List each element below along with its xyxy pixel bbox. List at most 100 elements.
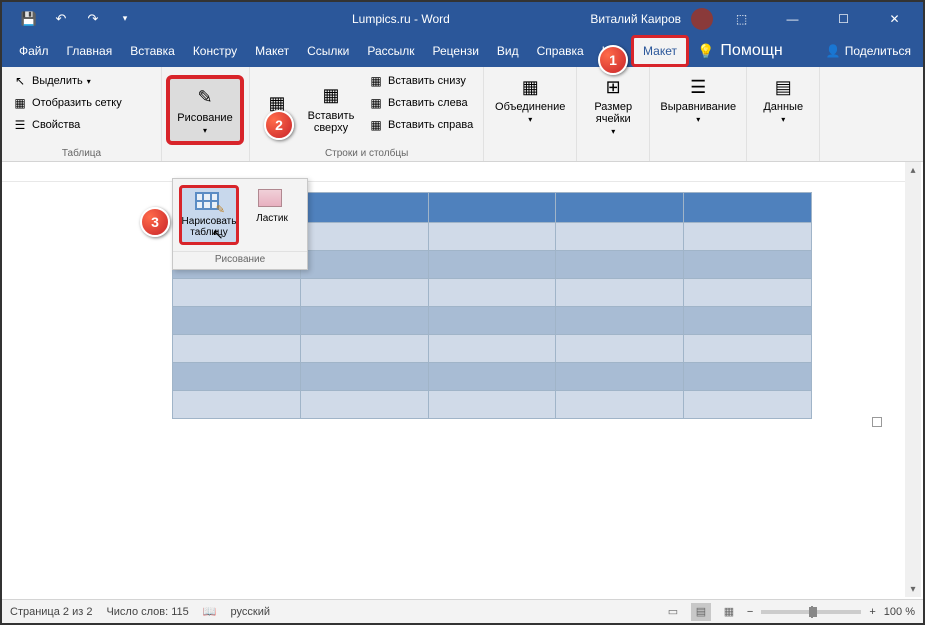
insert-below-button[interactable]: ▦Вставить снизу xyxy=(364,71,477,91)
qat-dropdown-icon[interactable]: ▾ xyxy=(113,7,137,31)
ribbon-group-alignment: ☰ Выравнивание ▾ xyxy=(650,67,747,161)
table-row xyxy=(173,307,812,335)
document-title: Lumpics.ru - Word xyxy=(352,12,450,26)
menu-layout[interactable]: Макет xyxy=(246,38,298,64)
data-icon: ▤ xyxy=(771,75,795,99)
zoom-level[interactable]: 100 % xyxy=(884,606,915,618)
user-name: Виталий Каиров xyxy=(590,12,681,26)
read-mode-icon[interactable]: ▭ xyxy=(663,603,683,621)
drawing-button[interactable]: ✎ Рисование ▾ xyxy=(166,75,244,145)
menu-file[interactable]: Файл xyxy=(10,38,58,64)
status-bar: Страница 2 из 2 Число слов: 115 📖 русски… xyxy=(2,599,923,623)
select-button[interactable]: ↖Выделить▾ xyxy=(8,71,126,91)
ribbon-group-drawing: ✎ Рисование ▾ xyxy=(162,67,250,161)
eraser-icon xyxy=(258,189,286,211)
insert-above-icon: ▦ xyxy=(319,84,343,108)
cell-size-button[interactable]: ⊞ Размер ячейки ▾ xyxy=(583,71,643,140)
ribbon-options-icon[interactable]: ⬚ xyxy=(719,2,764,35)
menu-table-layout[interactable]: Макет xyxy=(631,35,689,67)
insert-right-icon: ▦ xyxy=(368,117,384,133)
vertical-scrollbar[interactable]: ▴ ▾ xyxy=(905,162,921,597)
menu-review[interactable]: Рецензи xyxy=(424,38,488,64)
table-group-label: Таблица xyxy=(8,148,155,159)
language-indicator[interactable]: русский xyxy=(231,606,270,618)
quick-access-toolbar: 💾 ↶ ↷ ▾ xyxy=(2,7,137,31)
show-grid-button[interactable]: ▦Отобразить сетку xyxy=(8,93,126,113)
table-row xyxy=(173,391,812,419)
callout-3: 3 xyxy=(140,207,170,237)
undo-icon[interactable]: ↶ xyxy=(49,7,73,31)
insert-above-button[interactable]: ▦ Вставить сверху xyxy=(302,71,360,146)
eraser-label: Ластик xyxy=(256,213,288,224)
properties-button[interactable]: ☰Свойства xyxy=(8,115,126,135)
cell-size-icon: ⊞ xyxy=(601,75,625,99)
maximize-icon[interactable]: ☐ xyxy=(821,2,866,35)
insert-left-icon: ▦ xyxy=(368,95,384,111)
web-layout-icon[interactable]: ▦ xyxy=(719,603,739,621)
cursor-icon: ↖ xyxy=(12,73,28,89)
page-indicator[interactable]: Страница 2 из 2 xyxy=(10,606,92,618)
close-icon[interactable]: ✕ xyxy=(872,2,917,35)
menu-home[interactable]: Главная xyxy=(58,38,122,64)
menu-insert[interactable]: Вставка xyxy=(121,38,184,64)
draw-table-button[interactable]: Нарисовать таблицу ↖ xyxy=(179,185,239,245)
zoom-out-icon[interactable]: − xyxy=(747,606,753,618)
alignment-button[interactable]: ☰ Выравнивание ▾ xyxy=(656,71,740,128)
callout-2: 2 xyxy=(264,110,294,140)
rows-cols-label: Строки и столбцы xyxy=(256,148,477,159)
menu-help[interactable]: Справка xyxy=(528,38,593,64)
spellcheck-icon[interactable]: 📖 xyxy=(203,605,217,618)
save-icon[interactable]: 💾 xyxy=(17,7,41,31)
insert-below-icon: ▦ xyxy=(368,73,384,89)
ribbon-group-merge: ▦ Объединение ▾ xyxy=(484,67,577,161)
print-layout-icon[interactable]: ▤ xyxy=(691,603,711,621)
properties-icon: ☰ xyxy=(12,117,28,133)
dropdown-group-label: Рисование xyxy=(173,251,307,269)
drawing-icon: ✎ xyxy=(193,86,217,110)
draw-table-icon xyxy=(195,192,223,214)
table-row xyxy=(173,363,812,391)
redo-icon[interactable]: ↷ xyxy=(81,7,105,31)
user-avatar[interactable] xyxy=(691,8,713,30)
data-button[interactable]: ▤ Данные ▾ xyxy=(753,71,813,128)
document-area xyxy=(2,162,905,597)
tell-me-label: Помощн xyxy=(720,42,782,60)
share-button[interactable]: 👤 Поделиться xyxy=(814,38,923,64)
title-bar: 💾 ↶ ↷ ▾ Lumpics.ru - Word Виталий Каиров… xyxy=(2,2,923,35)
ribbon-group-table: ↖Выделить▾ ▦Отобразить сетку ☰Свойства Т… xyxy=(2,67,162,161)
zoom-slider[interactable] xyxy=(761,610,861,614)
zoom-in-icon[interactable]: + xyxy=(869,606,875,618)
drawing-dropdown: Нарисовать таблицу ↖ Ластик Рисование xyxy=(172,178,308,270)
ribbon: ↖Выделить▾ ▦Отобразить сетку ☰Свойства Т… xyxy=(2,67,923,162)
scroll-up-icon[interactable]: ▴ xyxy=(905,162,921,178)
eraser-button[interactable]: Ластик xyxy=(243,185,301,245)
table-row xyxy=(173,279,812,307)
callout-1: 1 xyxy=(598,45,628,75)
mouse-cursor-icon: ↖ xyxy=(212,226,224,243)
share-label: Поделиться xyxy=(845,44,911,58)
draw-table-label: Нарисовать таблицу xyxy=(182,216,237,238)
menu-design[interactable]: Констру xyxy=(184,38,246,64)
horizontal-ruler[interactable] xyxy=(2,162,905,182)
table-row xyxy=(173,335,812,363)
share-icon: 👤 xyxy=(826,44,841,58)
lightbulb-icon: 💡 xyxy=(697,43,714,60)
ribbon-group-cell-size: ⊞ Размер ячейки ▾ xyxy=(577,67,650,161)
insert-left-button[interactable]: ▦Вставить слева xyxy=(364,93,477,113)
drawing-label: Рисование xyxy=(177,112,232,124)
word-count[interactable]: Число слов: 115 xyxy=(106,606,188,618)
ribbon-group-data: ▤ Данные ▾ xyxy=(747,67,820,161)
alignment-icon: ☰ xyxy=(686,75,710,99)
menu-mailings[interactable]: Рассылк xyxy=(358,38,423,64)
menu-bar: Файл Главная Вставка Констру Макет Ссылк… xyxy=(2,35,923,67)
merge-icon: ▦ xyxy=(518,75,542,99)
menu-view[interactable]: Вид xyxy=(488,38,528,64)
merge-button[interactable]: ▦ Объединение ▾ xyxy=(490,71,570,128)
table-resize-handle[interactable] xyxy=(872,417,882,427)
tell-me[interactable]: 💡 Помощн xyxy=(697,42,783,60)
insert-right-button[interactable]: ▦Вставить справа xyxy=(364,115,477,135)
scroll-down-icon[interactable]: ▾ xyxy=(905,581,921,597)
minimize-icon[interactable]: — xyxy=(770,2,815,35)
menu-references[interactable]: Ссылки xyxy=(298,38,358,64)
grid-icon: ▦ xyxy=(12,95,28,111)
